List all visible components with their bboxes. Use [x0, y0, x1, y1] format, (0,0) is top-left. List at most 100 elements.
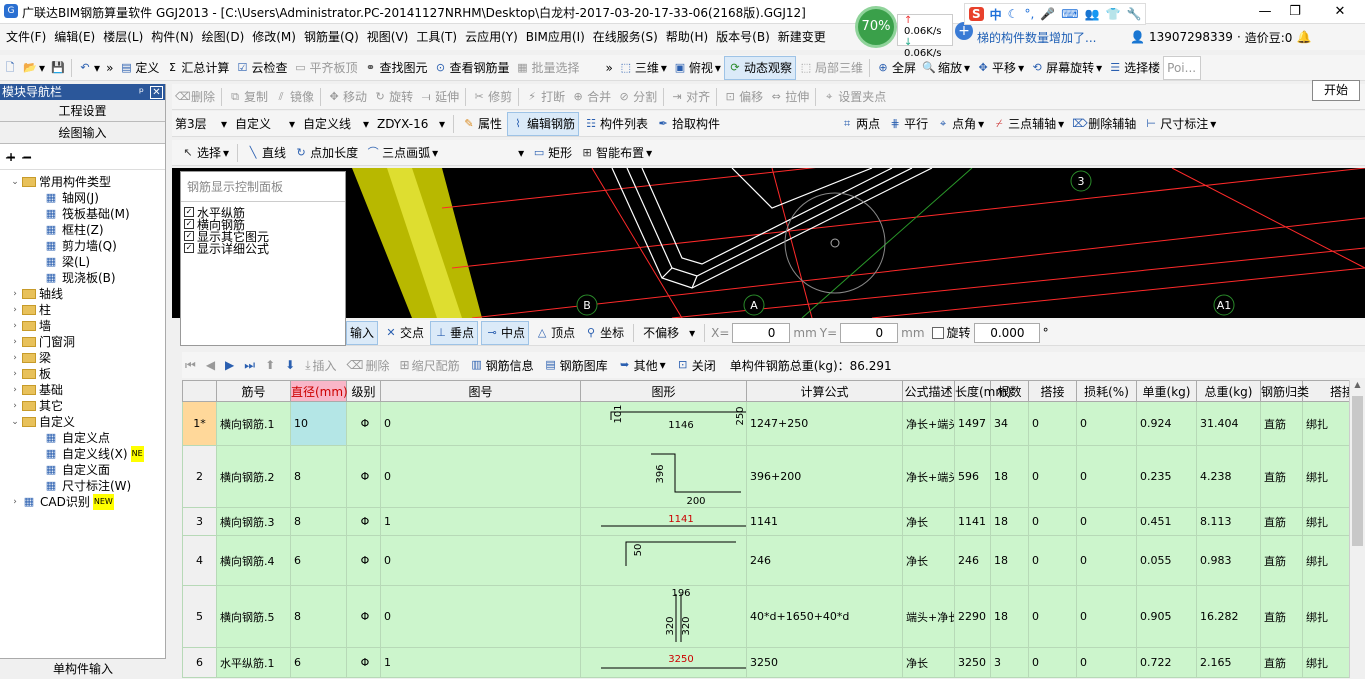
- menu-item-7[interactable]: 视图(V): [363, 24, 413, 50]
- column-header[interactable]: 长度(mm): [955, 381, 991, 402]
- first-record-button[interactable]: ⏮: [182, 353, 199, 377]
- column-header[interactable]: 钢筋归类: [1261, 381, 1303, 402]
- expand-all-icon[interactable]: +̶: [6, 150, 16, 164]
- overflow-chevron[interactable]: »: [603, 56, 616, 80]
- checkbox-checked-icon[interactable]: ✓: [184, 231, 194, 241]
- screen-rotate-button[interactable]: ⟲屏幕旋转▾: [1027, 56, 1105, 80]
- table-cell-fig[interactable]: 1: [381, 648, 581, 678]
- table-cell-total[interactable]: 4.238: [1197, 446, 1261, 508]
- dimension-button[interactable]: ⊢尺寸标注▾: [1141, 112, 1219, 136]
- edit-tool-9[interactable]: ⊘分割: [614, 85, 660, 109]
- table-cell-cls[interactable]: 直筋: [1261, 586, 1303, 648]
- table-cell-grade[interactable]: Φ: [347, 402, 381, 446]
- rebar-info-button[interactable]: ▥钢筋信息: [467, 353, 537, 377]
- table-row[interactable]: 3横向钢筋.38Φ111411141净长114118000.4518.113直筋…: [183, 508, 1365, 536]
- intersection-snap-button[interactable]: ✕交点: [381, 321, 427, 345]
- type-select[interactable]: 自定义▾: [232, 112, 298, 136]
- delete-axis-button[interactable]: ⌦删除辅轴: [1069, 112, 1139, 136]
- edit-tool-6[interactable]: ✂修剪: [469, 85, 515, 109]
- table-cell-formula[interactable]: 1141: [747, 508, 903, 536]
- table-cell-cls[interactable]: 直筋: [1261, 402, 1303, 446]
- table-cell-shape[interactable]: 196320320: [581, 586, 747, 648]
- column-header[interactable]: 公式描述: [903, 381, 955, 402]
- expand-toggle-icon[interactable]: ›: [10, 302, 20, 318]
- row-header[interactable]: 6: [183, 648, 217, 678]
- menu-item-14[interactable]: 新建变更: [774, 24, 830, 50]
- column-header[interactable]: 图号: [381, 381, 581, 402]
- pin-icon[interactable]: ᵖ: [139, 84, 144, 100]
- edit-rebar-button[interactable]: ⌇编辑钢筋: [507, 112, 579, 136]
- table-row[interactable]: 4横向钢筋.46Φ050246净长24618000.0550.983直筋绑扎: [183, 536, 1365, 586]
- menu-item-12[interactable]: 帮助(H): [662, 24, 712, 50]
- table-cell-loss[interactable]: 0: [1077, 648, 1137, 678]
- tree-node[interactable]: ▦梁(L): [0, 254, 165, 270]
- table-cell-total[interactable]: 31.404: [1197, 402, 1261, 446]
- table-cell-name[interactable]: 横向钢筋.4: [217, 536, 291, 586]
- edit-tool-12[interactable]: ⇔拉伸: [766, 85, 812, 109]
- table-cell-count[interactable]: 34: [991, 402, 1029, 446]
- table-cell-unit[interactable]: 0.235: [1137, 446, 1197, 508]
- x-input[interactable]: 0: [732, 323, 790, 343]
- tree-node[interactable]: ›▦CAD识别NEW: [0, 494, 165, 510]
- expand-toggle-icon[interactable]: ⌄: [10, 174, 20, 190]
- table-cell-fig[interactable]: 0: [381, 446, 581, 508]
- line-tool-button[interactable]: ╲直线: [243, 141, 289, 165]
- scale-rebar-button[interactable]: ⊞缩尺配筋: [397, 353, 463, 377]
- table-cell-dia[interactable]: 8: [291, 446, 347, 508]
- close-window-button[interactable]: ✕: [1325, 2, 1355, 22]
- summary-calc-button[interactable]: Σ汇总计算: [162, 56, 232, 80]
- column-header[interactable]: 计算公式: [747, 381, 903, 402]
- find-element-button[interactable]: ⚭查找图元: [360, 56, 430, 80]
- perpendicular-snap-button[interactable]: ⊥垂点: [430, 321, 478, 345]
- sogou-logo-icon[interactable]: S: [969, 7, 984, 21]
- pick-component-button[interactable]: ✒拾取构件: [653, 112, 723, 136]
- table-cell-count[interactable]: 18: [991, 508, 1029, 536]
- tree-node[interactable]: ⌄自定义: [0, 414, 165, 430]
- column-header[interactable]: 损耗(%): [1077, 381, 1137, 402]
- pan-button[interactable]: ✥平移▾: [973, 56, 1027, 80]
- overflow-chevron[interactable]: »: [103, 56, 116, 80]
- expand-toggle-icon[interactable]: ›: [10, 334, 20, 350]
- scroll-up-arrow[interactable]: ▲: [1350, 380, 1365, 394]
- tree-node[interactable]: ›基础: [0, 382, 165, 398]
- 3d-button[interactable]: ⬚三维▾: [616, 56, 670, 80]
- table-cell-lap[interactable]: 0: [1029, 508, 1077, 536]
- open-file-button[interactable]: 📂▾: [20, 56, 48, 80]
- table-cell-unit[interactable]: 0.451: [1137, 508, 1197, 536]
- table-cell-loss[interactable]: 0: [1077, 508, 1137, 536]
- table-cell-loss[interactable]: 0: [1077, 586, 1137, 648]
- table-cell-desc[interactable]: 端头+净长+端头: [903, 586, 955, 648]
- table-cell-len[interactable]: 2290: [955, 586, 991, 648]
- column-header[interactable]: 筋号: [217, 381, 291, 402]
- menu-item-5[interactable]: 修改(M): [248, 24, 300, 50]
- tree-node[interactable]: ›梁: [0, 350, 165, 366]
- component-list-button[interactable]: ☷构件列表: [581, 112, 651, 136]
- table-cell-fig[interactable]: 1: [381, 508, 581, 536]
- row-header[interactable]: 5: [183, 586, 217, 648]
- table-cell-shape[interactable]: 1141: [581, 508, 747, 536]
- table-row[interactable]: 6水平纵筋.16Φ132503250净长32503000.7222.165直筋绑…: [183, 648, 1365, 678]
- expand-toggle-icon[interactable]: ›: [10, 350, 20, 366]
- rebar-option[interactable]: ✓显示详细公式: [184, 242, 342, 254]
- menu-item-0[interactable]: 文件(F): [2, 24, 50, 50]
- view-rebar-button[interactable]: ⊙查看钢筋量: [430, 56, 512, 80]
- point-length-button[interactable]: ↻点加长度: [291, 141, 361, 165]
- menu-item-2[interactable]: 楼层(L): [99, 24, 147, 50]
- table-cell-lap[interactable]: 0: [1029, 536, 1077, 586]
- keyboard-icon[interactable]: ⌨: [1061, 7, 1078, 21]
- select-floor-button[interactable]: ☰选择楼: [1105, 56, 1163, 80]
- table-cell-cls[interactable]: 直筋: [1261, 648, 1303, 678]
- table-cell-lap[interactable]: 0: [1029, 402, 1077, 446]
- table-cell-total[interactable]: 2.165: [1197, 648, 1261, 678]
- angle-input[interactable]: 0.000: [974, 323, 1040, 343]
- single-component-input-button[interactable]: 单构件输入: [0, 658, 166, 678]
- dynamic-view-button[interactable]: ⟳动态观察: [724, 56, 796, 80]
- edit-tool-7[interactable]: ⚡打断: [522, 85, 568, 109]
- tree-node[interactable]: ›柱: [0, 302, 165, 318]
- table-cell-loss[interactable]: 0: [1077, 536, 1137, 586]
- table-cell-unit[interactable]: 0.924: [1137, 402, 1197, 446]
- table-cell-shape[interactable]: 396200: [581, 446, 747, 508]
- column-header[interactable]: 单重(kg): [1137, 381, 1197, 402]
- expand-toggle-icon[interactable]: ›: [10, 366, 20, 382]
- table-cell-desc[interactable]: 净长+端头: [903, 402, 955, 446]
